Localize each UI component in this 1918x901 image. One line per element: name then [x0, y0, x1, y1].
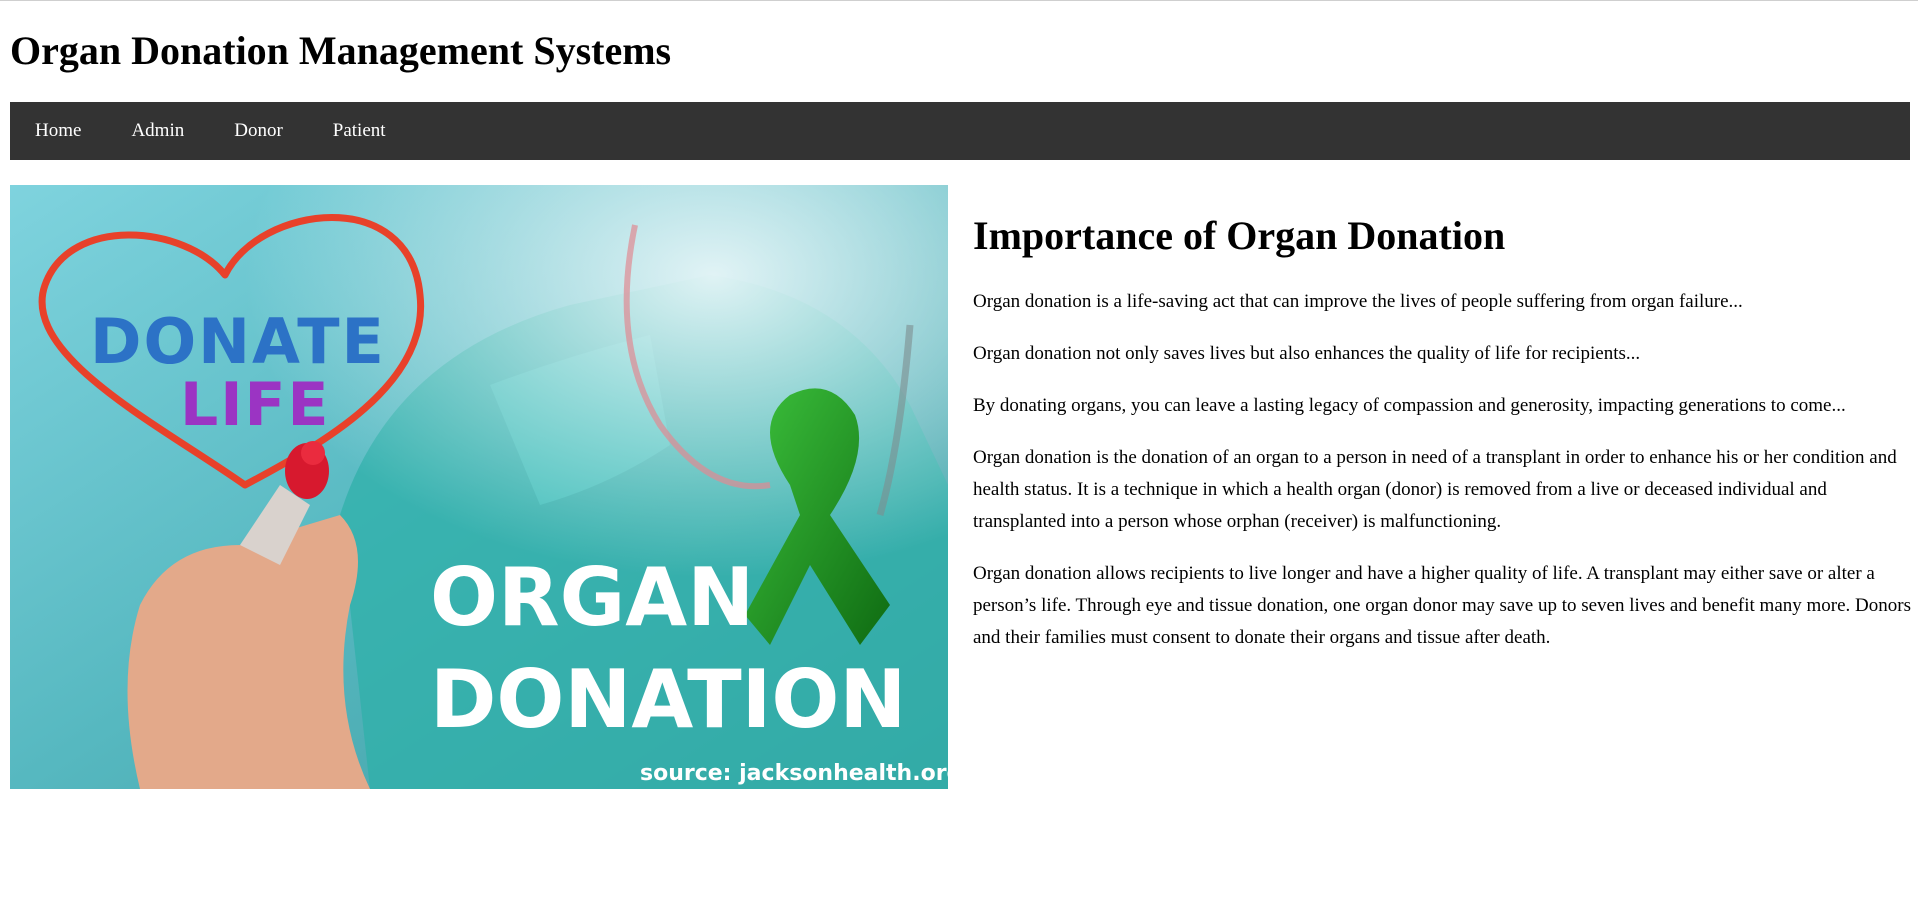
nav-admin-link[interactable]: Admin — [106, 102, 209, 160]
section-heading: Importance of Organ Donation — [973, 213, 1506, 258]
main-navbar: Home Admin Donor Patient — [10, 102, 1910, 160]
paragraph-4: Organ donation is the donation of an org… — [973, 447, 1897, 532]
paragraph-1: Organ donation is a life-saving act that… — [973, 291, 1743, 312]
hero-title-line2: DONATION — [430, 653, 906, 746]
paragraph-2: Organ donation not only saves lives but … — [973, 343, 1641, 364]
page-title: Organ Donation Management Systems — [10, 28, 672, 73]
hero-title-line1: ORGAN — [430, 551, 754, 644]
heart-text-line1: DONATE — [90, 305, 386, 378]
nav-patient-link[interactable]: Patient — [308, 102, 411, 160]
nav-donor-link[interactable]: Donor — [209, 102, 308, 160]
nav-home-link[interactable]: Home — [10, 102, 106, 160]
heart-text-line2: LIFE — [180, 370, 331, 440]
main-content: Importance of Organ Donation Organ donat… — [973, 208, 1913, 674]
paragraph-3: By donating organs, you can leave a last… — [973, 395, 1846, 416]
organ-donation-hero-image: DONATE LIFE ORGAN DONATION source: jacks… — [10, 185, 948, 789]
hero-source-credit: source: jacksonhealth.org — [640, 761, 948, 786]
paragraph-5: Organ donation allows recipients to live… — [973, 563, 1912, 648]
